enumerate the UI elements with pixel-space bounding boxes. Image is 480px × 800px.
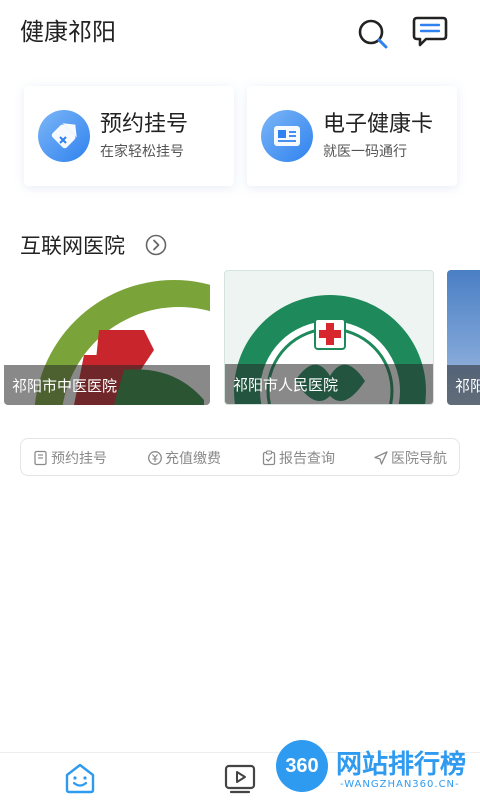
video-icon: [224, 764, 256, 794]
search-button[interactable]: [356, 16, 390, 50]
watermark-url: -WANGZHAN360.CN-: [340, 779, 460, 790]
health-card-card[interactable]: 电子健康卡 就医一码通行: [247, 86, 457, 186]
quick-report-button[interactable]: 报告查询: [261, 448, 361, 468]
quick-report-label: 报告查询: [279, 451, 335, 467]
message-icon: [412, 16, 448, 47]
quick-navigation-label: 医院导航: [391, 451, 447, 467]
hospital-name: 祁阳市人民医院: [225, 364, 433, 404]
quick-recharge-label: 充值缴费: [165, 451, 221, 467]
hospital-name: 祁阳市中医医院: [4, 365, 210, 405]
hospital-card[interactable]: 祁阳市中医医院: [4, 270, 210, 405]
app-title: 健康祁阳: [20, 18, 116, 46]
chevron-right-circle-icon: [145, 234, 167, 256]
message-button[interactable]: [412, 14, 448, 48]
watermark-title: 网站排行榜: [336, 750, 467, 780]
quick-action-bar: 预约挂号 充值缴费 报告查询 医院导航: [20, 438, 460, 476]
ticket-icon: [38, 110, 90, 162]
health-card-subtitle: 就医一码通行: [323, 144, 407, 160]
section-more-button[interactable]: [145, 234, 167, 256]
search-icon: [358, 19, 388, 49]
home-smile-icon: [65, 763, 95, 794]
hospital-carousel[interactable]: 祁阳市中医医院 祁阳市人民医院 祁阳: [0, 270, 480, 405]
yuan-icon: [148, 451, 162, 465]
hospital-name: 祁阳: [447, 365, 480, 405]
tab-home[interactable]: [62, 761, 98, 795]
hospital-card[interactable]: 祁阳: [447, 270, 480, 405]
hospital-card[interactable]: 祁阳市人民医院: [224, 270, 434, 405]
health-card-title: 电子健康卡: [323, 112, 434, 137]
quick-navigation-button[interactable]: 医院导航: [373, 448, 463, 468]
appointment-title: 预约挂号: [100, 112, 189, 137]
watermark: 360 网站排行榜 -WANGZHAN360.CN-: [274, 738, 480, 800]
watermark-badge: 360: [276, 740, 328, 792]
quick-register-button[interactable]: 预约挂号: [33, 448, 133, 468]
quick-recharge-button[interactable]: 充值缴费: [147, 448, 247, 468]
appointment-subtitle: 在家轻松挂号: [100, 144, 184, 160]
appointment-card[interactable]: 预约挂号 在家轻松挂号: [24, 86, 234, 186]
tab-video[interactable]: [222, 761, 258, 795]
section-title: 互联网医院: [20, 234, 125, 258]
navigation-icon: [374, 451, 388, 465]
health-card-icon: [261, 110, 313, 162]
register-icon: [34, 450, 47, 466]
quick-register-label: 预约挂号: [51, 451, 107, 467]
report-icon: [262, 450, 276, 466]
header: 健康祁阳: [0, 0, 480, 60]
